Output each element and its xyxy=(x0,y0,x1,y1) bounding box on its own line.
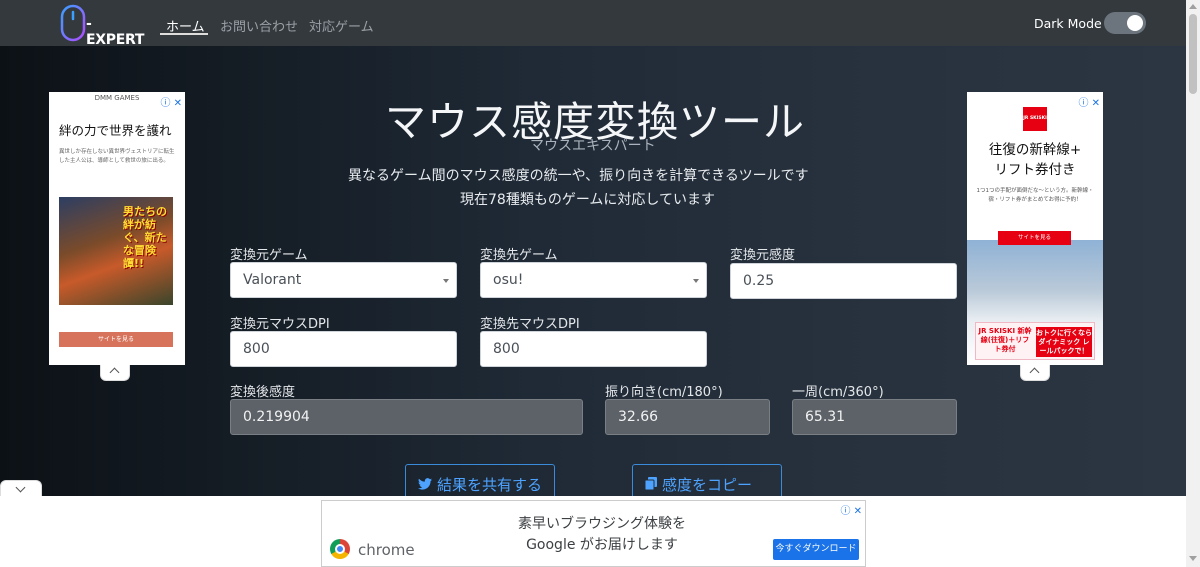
nav-contact[interactable]: お問い合わせ xyxy=(220,16,298,35)
source-game-label: 変換元ゲーム xyxy=(230,248,308,263)
source-game-select[interactable]: Valorant xyxy=(230,262,457,298)
copy-sens-button[interactable]: 感度をコピー xyxy=(632,464,782,500)
scroll-up-arrow-icon[interactable] xyxy=(1189,4,1197,9)
ad-image-panel: JR SKISKI 新幹線(往復)＋リフト券付 おトクに行くなら ダイナミック … xyxy=(975,322,1095,360)
scrollbar-thumb[interactable] xyxy=(1189,14,1197,94)
chevron-up-icon xyxy=(109,367,120,378)
target-dpi-input[interactable]: 800 xyxy=(480,331,707,367)
copy-sens-label: 感度をコピー xyxy=(662,476,753,494)
site-logo[interactable]: -EXPERT xyxy=(60,4,146,48)
target-game-select[interactable]: osu! xyxy=(480,262,707,298)
source-sens-value: 0.25 xyxy=(743,273,775,289)
chrome-logo-icon xyxy=(330,539,350,559)
toggle-knob xyxy=(1127,15,1143,31)
source-dpi-input[interactable]: 800 xyxy=(230,331,457,367)
ad-brand: DMM GAMES xyxy=(94,94,140,102)
bottom-ad-collapse-button[interactable] xyxy=(0,480,42,496)
ad-panel-left-text: JR SKISKI 新幹線(往復)＋リフト券付 xyxy=(978,327,1032,353)
result-sens-label: 変換後感度 xyxy=(230,385,296,400)
scroll-down-arrow-icon[interactable] xyxy=(1189,556,1197,561)
turn360-label: 一周(cm/360°) xyxy=(792,385,884,400)
navbar: -EXPERT ホーム お問い合わせ 対応ゲーム Dark Mode xyxy=(0,0,1200,48)
ad-image: 男たちの絆が紡ぐ、新たな冒険譚!! xyxy=(59,197,173,305)
mouse-logo-icon xyxy=(60,4,86,42)
target-game-label: 変換先ゲーム xyxy=(480,248,558,263)
ad-title: 絆の力で世界を護れ xyxy=(59,123,172,138)
description-line-2: 現在78種類ものゲームに対応しています xyxy=(460,192,715,208)
result-sens-value: 0.219904 xyxy=(243,409,310,425)
ad-choices-icon[interactable]: ⓘ ✕ xyxy=(840,502,862,517)
right-side-ad[interactable]: ⓘ ✕ JR SKISKI 往復の新幹線+ リフト券付き 1つ1つの手配が面倒だ… xyxy=(967,92,1103,365)
ad-download-button[interactable]: 今すぐダウンロード xyxy=(773,539,859,560)
left-ad-collapse-button[interactable] xyxy=(100,365,130,381)
chevron-down-icon xyxy=(15,482,26,493)
right-ad-collapse-button[interactable] xyxy=(1020,365,1050,381)
dark-mode-label: Dark Mode xyxy=(1034,16,1102,31)
logo-text: -EXPERT xyxy=(86,16,145,48)
source-dpi-value: 800 xyxy=(243,341,270,357)
chevron-up-icon xyxy=(1029,367,1040,378)
target-dpi-label: 変換先マウスDPI xyxy=(480,317,580,332)
turn360-output[interactable]: 65.31 xyxy=(792,399,957,435)
source-dpi-label: 変換元マウスDPI xyxy=(230,317,330,332)
share-result-label: 結果を共有する xyxy=(437,476,543,494)
page-scrollbar[interactable] xyxy=(1186,0,1200,567)
ad-panel-right-text: おトクに行くなら ダイナミック レールパックで！ xyxy=(1036,327,1092,357)
ad-headline-line-2: Google がお届けします xyxy=(526,537,678,553)
source-sens-input[interactable]: 0.25 xyxy=(730,263,957,299)
ad-logo: JR SKISKI xyxy=(1023,107,1047,131)
dark-mode-toggle[interactable] xyxy=(1104,12,1146,34)
ad-choices-icon[interactable]: ⓘ ✕ xyxy=(1078,94,1100,109)
ad-cta-button[interactable]: サイトを見る xyxy=(59,332,173,347)
ad-headline: 素早いブラウジング体験を Google がお届けします xyxy=(472,514,732,556)
result-sens-output[interactable]: 0.219904 xyxy=(230,399,583,435)
copy-icon xyxy=(644,476,657,494)
target-dpi-value: 800 xyxy=(493,341,520,357)
source-game-value: Valorant xyxy=(243,272,302,288)
description-line-1: 異なるゲーム間のマウス感度の統一や、振り向きを計算できるツールです xyxy=(348,168,809,184)
ad-headline-line-1: 素早いブラウジング体験を xyxy=(518,516,686,532)
ad-body: 1つ1つの手配が面倒だな〜という方。新幹線・宿・リフト券がまとめてお得に予約！ xyxy=(976,188,1094,203)
ad-brand: chrome xyxy=(358,541,415,559)
target-game-value: osu! xyxy=(493,272,524,288)
ad-title: 往復の新幹線+ リフト券付き xyxy=(967,140,1103,180)
nav-active-underline xyxy=(160,33,208,35)
ad-image: JR SKISKI 新幹線(往復)＋リフト券付 おトクに行くなら ダイナミック … xyxy=(967,240,1103,365)
ad-body: 異世しか存在しない異世界ヴェストリアに転生した主人公は、導師として救世の旅に出る… xyxy=(59,149,175,164)
ad-image-text: 男たちの絆が紡ぐ、新たな冒険譚!! xyxy=(123,205,167,270)
turn360-value: 65.31 xyxy=(805,409,846,425)
ad-cta-button[interactable]: サイトを見る xyxy=(998,231,1071,245)
turn180-label: 振り向き(cm/180°) xyxy=(605,385,723,400)
turn180-output[interactable]: 32.66 xyxy=(605,399,770,435)
turn180-value: 32.66 xyxy=(618,409,659,425)
twitter-bird-icon xyxy=(418,476,432,494)
nav-supported-games[interactable]: 対応ゲーム xyxy=(309,16,374,35)
left-side-ad[interactable]: ⓘ ✕ DMM GAMES 絆の力で世界を護れ 異世しか存在しない異世界ヴェスト… xyxy=(49,92,185,365)
chevron-down-icon xyxy=(693,279,699,283)
bottom-banner-ad[interactable]: ⓘ ✕ chrome 素早いブラウジング体験を Google がお届けします 今… xyxy=(321,500,866,567)
ad-title-line-2: リフト券付き xyxy=(994,162,1076,178)
ad-title-line-1: 往復の新幹線+ xyxy=(988,142,1082,158)
share-result-button[interactable]: 結果を共有する xyxy=(405,464,555,500)
chevron-down-icon xyxy=(443,279,449,283)
source-sens-label: 変換元感度 xyxy=(730,248,796,263)
page-subtitle: マウスエキスパート xyxy=(530,138,656,154)
